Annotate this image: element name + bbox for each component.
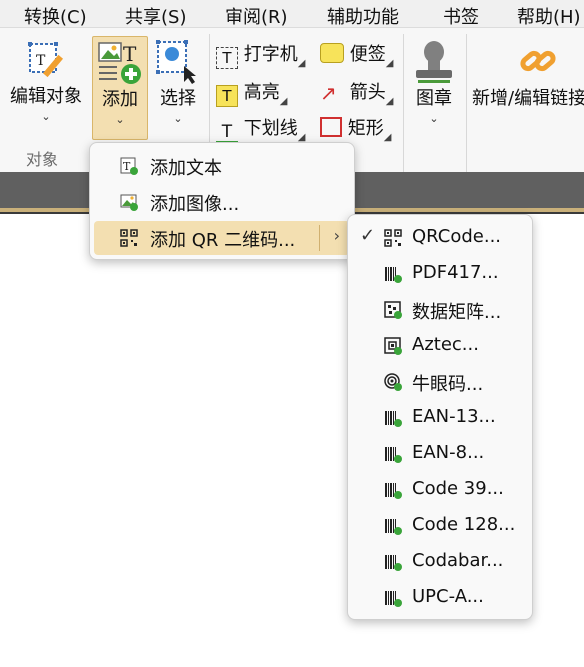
submenu-item-codabar[interactable]: Codabar... <box>352 545 528 579</box>
typewriter-button[interactable]: T 打字机◢ <box>216 40 305 69</box>
add-image-icon <box>120 194 138 211</box>
barcode-icon <box>385 267 402 283</box>
aztec-label: Aztec... <box>412 334 479 355</box>
arrow-icon: ↗ <box>320 81 337 105</box>
menu-accessibility[interactable]: 辅助功能 <box>327 3 399 27</box>
qr-code-icon <box>384 229 402 247</box>
qrcode-label: QRCode... <box>412 226 502 247</box>
qr-code-submenu: ✓ QRCode... PDF417... 数据矩阵... Aztec... 牛… <box>347 214 533 620</box>
submenu-item-ean13[interactable]: EAN-13... <box>352 401 528 435</box>
ribbon-divider <box>466 34 467 172</box>
barcode-icon <box>385 519 402 535</box>
stamp-label: 图章 <box>416 88 452 109</box>
highlight-button[interactable]: T 高亮◢ <box>216 78 287 107</box>
add-qr-code-label: 添加 QR 二维码... <box>150 230 296 251</box>
ean13-label: EAN-13... <box>412 406 496 427</box>
code128-label: Code 128... <box>412 514 516 535</box>
upca-label: UPC-A... <box>412 586 484 607</box>
submenu-item-qrcode[interactable]: ✓ QRCode... <box>352 221 528 255</box>
underline-icon: T <box>216 122 238 144</box>
add-content-icon: T <box>98 42 141 84</box>
group-label-objects: 对象 <box>26 150 59 169</box>
barcode-icon <box>385 447 402 463</box>
add-label: 添加 <box>102 89 138 110</box>
chevron-down-icon: ⌄ <box>429 112 439 125</box>
select-icon <box>156 40 196 84</box>
sticky-note-icon <box>320 43 344 63</box>
menu-item-add-text[interactable]: T 添加文本 <box>94 149 350 183</box>
add-text-icon: T <box>120 157 138 175</box>
typewriter-label: 打字机 <box>243 44 298 65</box>
aztec-code-icon <box>384 337 402 355</box>
edit-object-button[interactable]: T 编辑对象 ⌄ <box>2 34 90 138</box>
typewriter-icon: T <box>216 47 238 69</box>
arrow-label: 箭头 <box>349 82 386 103</box>
codabar-label: Codabar... <box>412 550 504 571</box>
data-matrix-label: 数据矩阵... <box>412 302 502 323</box>
add-text-label: 添加文本 <box>150 158 222 179</box>
menu-bookmarks[interactable]: 书签 <box>443 3 479 27</box>
add-image-label: 添加图像... <box>150 194 240 215</box>
submenu-item-code39[interactable]: Code 39... <box>352 473 528 507</box>
submenu-item-upca[interactable]: UPC-A... <box>352 581 528 615</box>
chevron-down-icon: ⌄ <box>173 112 183 125</box>
chevron-down-icon: ⌄ <box>41 110 51 123</box>
add-dropdown-menu: T 添加文本 添加图像... 添加 QR 二维码... › <box>89 142 355 260</box>
submenu-item-aztec[interactable]: Aztec... <box>352 329 528 363</box>
menu-item-add-image[interactable]: 添加图像... <box>94 185 350 219</box>
rectangle-button[interactable]: 矩形◢ <box>320 114 391 143</box>
submenu-item-pdf417[interactable]: PDF417... <box>352 257 528 291</box>
code39-label: Code 39... <box>412 478 504 499</box>
stamp-icon <box>416 41 452 83</box>
add-button[interactable]: T 添加 ⌄ <box>92 36 148 140</box>
checkmark-icon: ✓ <box>360 225 376 246</box>
menu-help[interactable]: 帮助(H) <box>517 3 581 27</box>
new-edit-link-label: 新增/编辑链接 <box>472 88 584 109</box>
qr-code-icon <box>120 229 138 247</box>
submenu-item-code128[interactable]: Code 128... <box>352 509 528 543</box>
submenu-item-data-matrix[interactable]: 数据矩阵... <box>352 293 528 327</box>
pdf417-label: PDF417... <box>412 262 499 283</box>
highlight-label: 高亮 <box>243 82 280 103</box>
submenu-item-bullseye[interactable]: 牛眼码... <box>352 365 528 399</box>
data-matrix-icon <box>384 301 402 319</box>
arrow-button[interactable]: ↗ 箭头◢ <box>320 78 393 107</box>
stamp-button[interactable]: 图章 ⌄ <box>406 36 462 140</box>
submenu-arrow-icon: › <box>333 226 340 245</box>
rectangle-icon <box>320 117 342 137</box>
barcode-icon <box>385 483 402 499</box>
menu-bar: 转换(C) 共享(S) 审阅(R) 辅助功能 书签 帮助(H) <box>0 0 584 28</box>
edit-object-icon: T <box>28 42 64 78</box>
submenu-divider <box>319 225 320 251</box>
select-label: 选择 <box>160 88 196 109</box>
menu-review[interactable]: 审阅(R) <box>225 3 288 27</box>
menu-item-add-qr-code[interactable]: 添加 QR 二维码... › <box>94 221 350 255</box>
chevron-down-icon: ⌄ <box>115 113 125 126</box>
edit-object-label: 编辑对象 <box>10 86 82 107</box>
barcode-icon <box>385 411 402 427</box>
bullseye-code-icon <box>384 373 402 391</box>
new-edit-link-button[interactable]: 新增/编辑链接 <box>472 36 584 140</box>
ribbon-divider <box>403 34 404 172</box>
svg-text:T: T <box>123 160 131 173</box>
barcode-icon <box>385 591 402 607</box>
rectangle-label: 矩形 <box>347 118 384 139</box>
link-icon <box>520 50 556 72</box>
select-button[interactable]: 选择 ⌄ <box>150 36 206 140</box>
sticky-note-button[interactable]: 便签◢ <box>320 40 393 69</box>
underline-label: 下划线 <box>243 118 298 139</box>
submenu-item-ean8[interactable]: EAN-8... <box>352 437 528 471</box>
ean8-label: EAN-8... <box>412 442 485 463</box>
bullseye-label: 牛眼码... <box>412 374 484 395</box>
menu-convert[interactable]: 转换(C) <box>24 3 87 27</box>
svg-text:T: T <box>36 53 46 69</box>
underline-button[interactable]: T 下划线◢ <box>216 114 305 144</box>
menu-share[interactable]: 共享(S) <box>125 3 186 27</box>
sticky-note-label: 便签 <box>349 44 386 65</box>
svg-text:T: T <box>123 42 137 66</box>
barcode-icon <box>385 555 402 571</box>
highlight-icon: T <box>216 85 238 107</box>
